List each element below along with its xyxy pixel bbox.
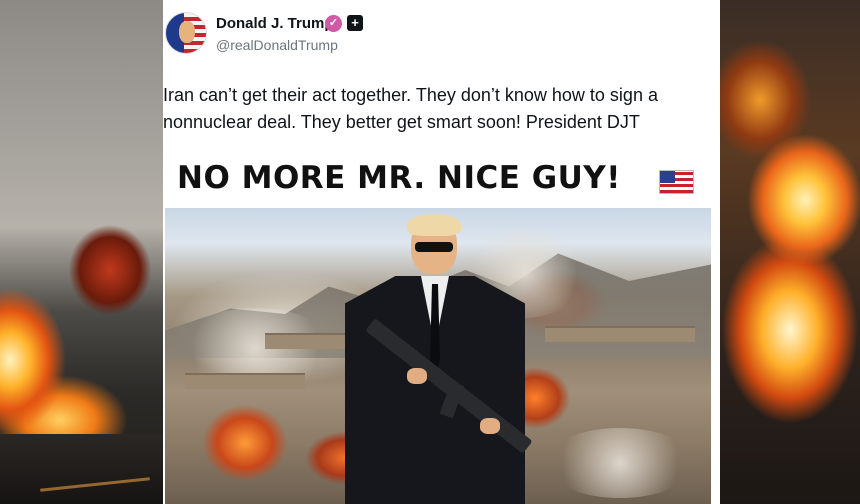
author-name[interactable]: Donald J. Trump — [216, 15, 334, 32]
post-text-line-2: nonnuclear deal. They better get smart s… — [163, 112, 640, 132]
compound-wall — [545, 326, 695, 342]
image-headline: NO MORE MR. NICE GUY! — [177, 160, 621, 196]
post-header: Donald J. Trump ✓ + @realDonaldTrump — [163, 10, 720, 58]
road — [0, 434, 163, 504]
right-explosion-photo — [720, 0, 860, 504]
us-flag-icon — [659, 170, 694, 194]
post-text-line-1: Iran can’t get their act together. They … — [163, 85, 658, 105]
plus-icon[interactable]: + — [347, 15, 363, 31]
hair — [407, 214, 461, 236]
sunglasses — [415, 242, 453, 252]
verified-badge-icon: ✓ — [325, 15, 342, 32]
left-explosion-photo — [0, 0, 163, 504]
avatar-face — [179, 21, 195, 43]
smoke-cloud — [545, 428, 695, 498]
right-hand — [480, 418, 500, 434]
post-card: Donald J. Trump ✓ + @realDonaldTrump Ira… — [163, 0, 720, 504]
left-hand — [407, 368, 427, 384]
compound-wall — [265, 333, 355, 349]
author-handle[interactable]: @realDonaldTrump — [216, 37, 338, 53]
compound-wall — [185, 373, 305, 389]
man-in-suit — [345, 214, 533, 504]
post-image[interactable] — [165, 208, 711, 504]
post-text: Iran can’t get their act together. They … — [163, 82, 713, 136]
avatar[interactable] — [165, 12, 207, 54]
